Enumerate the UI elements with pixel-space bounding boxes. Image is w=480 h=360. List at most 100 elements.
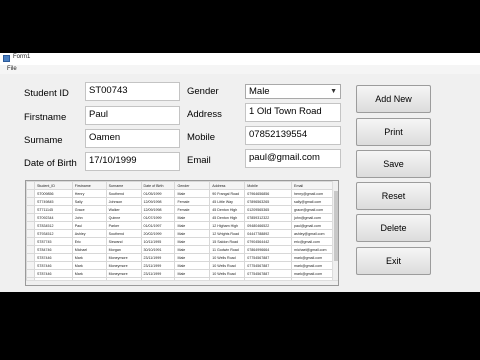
- table-cell[interactable]: Male: [174, 269, 211, 278]
- table-row[interactable]: ST009856 Henry Southend 01/05/1999 Male 90 Fr…: [26, 189, 338, 198]
- row-header[interactable]: [26, 229, 35, 238]
- table-cell[interactable]: ST092344: [33, 213, 73, 222]
- table-cell[interactable]: paul@gmail.com: [291, 221, 338, 230]
- students-grid[interactable]: Student_ID Firstname Surname Date of Birth G…: [25, 180, 339, 286]
- table-cell[interactable]: Southend: [105, 229, 142, 238]
- print-button[interactable]: Print: [356, 118, 431, 146]
- table-cell[interactable]: Male: [174, 253, 211, 262]
- reset-button[interactable]: Reset: [356, 182, 431, 210]
- table-cell[interactable]: ST749845: [33, 197, 73, 206]
- table-cell[interactable]: Southend: [105, 189, 142, 198]
- exit-button[interactable]: Exit: [356, 247, 431, 275]
- table-cell[interactable]: 45 Denton High: [209, 213, 246, 222]
- firstname-field[interactable]: Paul: [85, 106, 180, 125]
- table-row[interactable]: ST934512 Ashley Southend 20/02/1999 Male 12 W…: [26, 229, 338, 238]
- table-cell[interactable]: John: [71, 213, 107, 222]
- table-cell[interactable]: Eric: [71, 237, 107, 246]
- table-row[interactable]: ST834512 Paul Parker 01/01/1997 Male 12 Higha…: [26, 221, 338, 230]
- table-cell[interactable]: 01/07/1999: [140, 213, 176, 222]
- table-cell[interactable]: eric@gmail.com: [291, 237, 338, 246]
- table-cell[interactable]: 12 Higham High: [209, 221, 246, 230]
- table-cell[interactable]: grace@gmail.com: [291, 205, 338, 214]
- table-cell[interactable]: 23/11/1999: [140, 261, 176, 270]
- table-cell[interactable]: 17/10/1999: [141, 286, 175, 287]
- table-cell[interactable]: ST711145: [33, 205, 73, 214]
- table-cell[interactable]: 12/09/1998: [140, 205, 176, 214]
- table-cell[interactable]: Moneymore: [105, 253, 142, 262]
- table-cell[interactable]: 90 Frangal Road: [209, 189, 246, 198]
- table-cell[interactable]: Oamen: [106, 286, 141, 287]
- table-cell[interactable]: Paul: [71, 221, 107, 230]
- add-new-button[interactable]: Add New: [356, 85, 431, 113]
- table-cell[interactable]: 01/01/1997: [140, 221, 176, 230]
- table-row[interactable]: ST749845 Sally Johnson 12/09/1998 Female 45 L…: [26, 197, 338, 206]
- table-row[interactable]: ST84746 Michael Morgan 30/10/1991 Male 11 God…: [26, 245, 338, 254]
- table-cell[interactable]: ST009856: [33, 189, 73, 198]
- table-cell[interactable]: mark@gmail.com: [291, 261, 338, 270]
- table-cell[interactable]: Sally: [71, 197, 107, 206]
- table-cell[interactable]: 15 Saldon Road: [209, 237, 246, 246]
- dob-field[interactable]: 17/10/1999: [85, 152, 180, 171]
- table-cell[interactable]: 07754567887: [244, 253, 293, 262]
- table-cell[interactable]: 45 Little Way: [209, 197, 246, 206]
- table-cell[interactable]: Paul: [72, 286, 106, 287]
- column-header[interactable]: Surname: [105, 181, 142, 190]
- table-cell[interactable]: ST87446: [33, 269, 73, 278]
- table-cell[interactable]: 07754567887: [244, 261, 293, 270]
- table-row[interactable]: ST87446 Mark Moneymore 23/11/1999 Male 10 Wel…: [26, 269, 338, 278]
- row-header[interactable]: [26, 205, 35, 214]
- gender-dropdown[interactable]: Male ▼: [245, 84, 341, 99]
- table-cell[interactable]: Walker: [105, 205, 142, 214]
- row-header[interactable]: [27, 286, 35, 287]
- email-field[interactable]: paul@gmail.com: [245, 149, 341, 168]
- table-cell[interactable]: ST00743: [34, 286, 72, 287]
- delete-button[interactable]: Delete: [356, 214, 431, 242]
- table-cell[interactable]: 07904564442: [244, 237, 293, 246]
- table-cell[interactable]: 10 Wells Road: [209, 261, 246, 270]
- menu-item-file[interactable]: File: [7, 66, 17, 72]
- address-field[interactable]: 1 Old Town Road: [245, 103, 341, 122]
- table-cell[interactable]: 23/11/1999: [140, 269, 176, 278]
- table-cell[interactable]: Quinne: [105, 213, 142, 222]
- table-cell[interactable]: Michael: [71, 245, 107, 254]
- table-cell[interactable]: 45 Denton High: [209, 205, 246, 214]
- table-cell[interactable]: Grace: [71, 205, 107, 214]
- table-cell[interactable]: Morgan: [105, 245, 142, 254]
- table-cell[interactable]: Male: [174, 189, 211, 198]
- row-header[interactable]: [26, 261, 35, 270]
- table-cell[interactable]: Parker: [105, 221, 142, 230]
- table-cell[interactable]: 07754567887: [244, 269, 293, 278]
- vertical-scrollbar[interactable]: [332, 181, 338, 285]
- chevron-down-icon[interactable]: ▼: [330, 85, 337, 98]
- column-header[interactable]: Firstname: [71, 181, 107, 190]
- table-cell[interactable]: ST87446: [33, 253, 73, 262]
- table-row[interactable]: ST092344 John Quinne 01/07/1999 Male 45 Dento…: [26, 213, 338, 222]
- row-header[interactable]: [26, 245, 35, 254]
- table-cell[interactable]: 12 Wrights Road: [209, 229, 246, 238]
- table-cell[interactable]: 20/02/1999: [140, 229, 176, 238]
- table-cell[interactable]: Henry: [71, 189, 107, 198]
- table-cell[interactable]: Siewand: [105, 237, 142, 246]
- save-button[interactable]: Save: [356, 150, 431, 178]
- horizontal-scrollbar[interactable]: [26, 280, 338, 285]
- table-cell[interactable]: Male: [174, 261, 211, 270]
- table-cell[interactable]: Mark: [71, 253, 107, 262]
- column-header[interactable]: Mobile: [244, 181, 293, 190]
- table-cell[interactable]: Mark: [71, 269, 107, 278]
- table-cell[interactable]: ST87745: [33, 237, 73, 246]
- column-header[interactable]: Gender: [174, 181, 211, 190]
- table-cell[interactable]: 11 Godwin Road: [209, 245, 246, 254]
- table-cell[interactable]: mark@gmail.com: [291, 269, 338, 278]
- table-cell[interactable]: paul@gmail.com: [292, 286, 338, 287]
- table-row[interactable]: ST87745 Eric Siewand 10/11/1995 Male 15 Saldo…: [26, 237, 338, 246]
- table-cell[interactable]: ST934512: [33, 229, 73, 238]
- table-cell[interactable]: Male: [174, 213, 211, 222]
- table-cell[interactable]: 12/09/1998: [140, 197, 176, 206]
- table-cell[interactable]: sally@gmail.com: [291, 197, 338, 206]
- row-header[interactable]: [26, 197, 35, 206]
- table-cell[interactable]: Male: [174, 237, 211, 246]
- table-cell[interactable]: ST87446: [33, 261, 73, 270]
- table-cell[interactable]: 01209565365: [244, 205, 293, 214]
- table-cell[interactable]: Male: [175, 286, 210, 287]
- table-cell[interactable]: Male: [174, 221, 211, 230]
